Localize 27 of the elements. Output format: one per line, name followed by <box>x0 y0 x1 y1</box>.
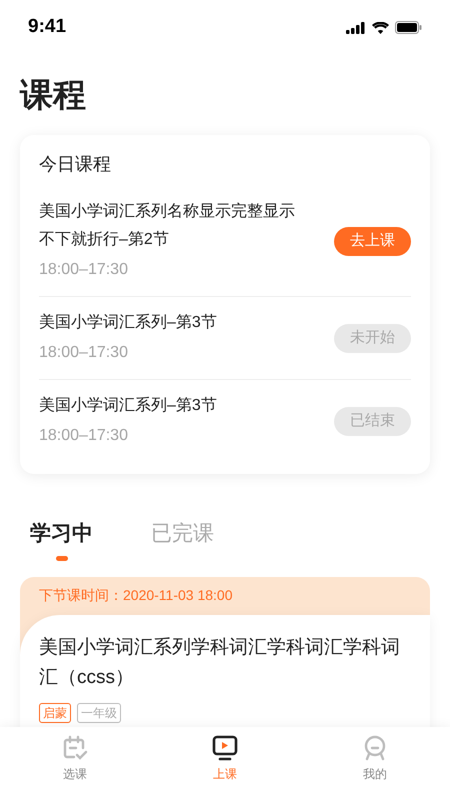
battery-icon <box>395 21 422 34</box>
course-title: 美国小学词汇系列学科词汇学科词汇学科词汇（ccss） <box>39 636 401 690</box>
video-screen-icon <box>212 735 238 761</box>
course-tab[interactable]: 已完课 <box>151 518 214 560</box>
lesson-time: 18:00–17:30 <box>39 426 129 446</box>
lesson-status-button[interactable]: 已结束 <box>334 406 411 436</box>
course-tag: 一年级 <box>77 702 121 722</box>
lesson-name: 美国小学词汇系列–第3节 <box>39 312 218 333</box>
person-icon <box>362 735 388 761</box>
lesson-name: 美国小学词汇系列名称显示完整显示不下就折行–第2节 <box>39 202 296 250</box>
course-tab[interactable]: 学习中 <box>30 518 93 560</box>
page-title: 课程 <box>18 75 87 115</box>
lesson-name: 美国小学词汇系列–第3节 <box>39 396 218 416</box>
nav-item[interactable]: 上课 <box>150 735 300 800</box>
lesson-status-button[interactable]: 去上课 <box>334 226 411 256</box>
nav-item[interactable]: 选课 <box>0 735 150 800</box>
card-title: 今日课程 <box>39 153 112 176</box>
next-lesson-time: 下节课时间：2020-11-03 18:00 <box>38 586 234 605</box>
calendar-check-icon <box>62 735 88 761</box>
nav-item[interactable]: 我的 <box>300 735 450 800</box>
wifi-icon <box>372 22 389 34</box>
lesson-status-button[interactable]: 未开始 <box>334 324 411 352</box>
status-time: 9:41 <box>28 15 66 40</box>
signal-icon <box>346 22 366 34</box>
lesson-time: 18:00–17:30 <box>39 343 129 363</box>
lesson-time: 18:00–17:30 <box>39 260 129 280</box>
course-tag: 启蒙 <box>39 702 71 722</box>
